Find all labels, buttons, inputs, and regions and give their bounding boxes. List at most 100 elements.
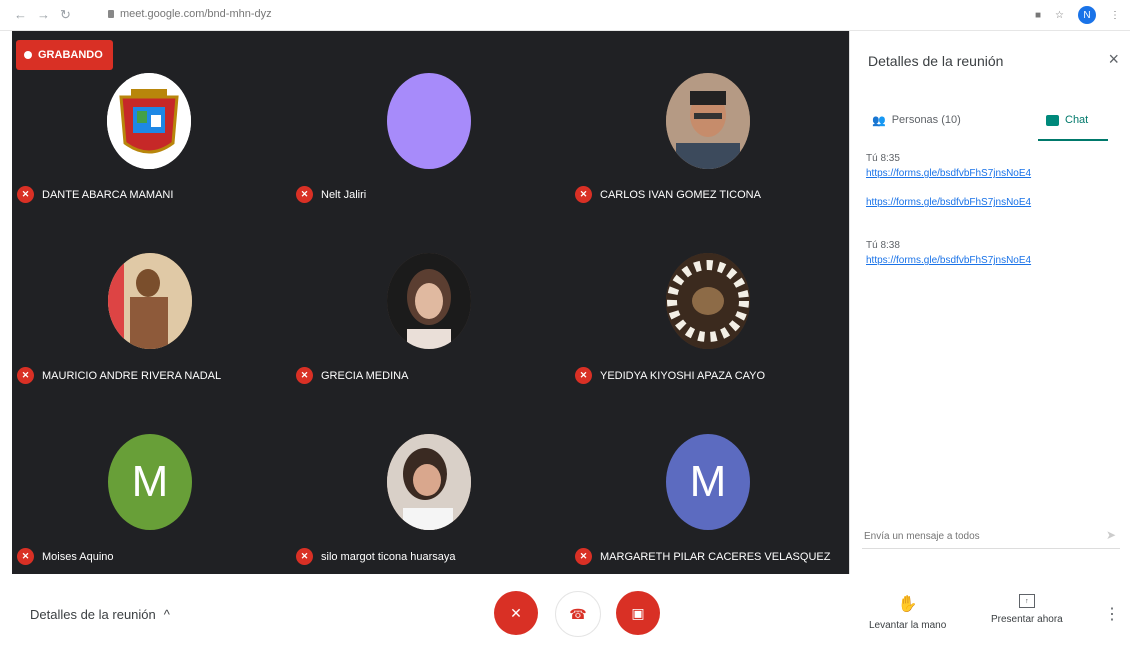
camera-toggle-button[interactable]: ▣ <box>616 591 660 635</box>
mic-off-icon: ✕ <box>296 186 313 203</box>
school-crest-icon <box>107 73 191 169</box>
participant-tile[interactable]: ✕ DANTE ABARCA MAMANI <box>12 31 291 212</box>
participant-nameplate: ✕ GRECIA MEDINA <box>296 367 408 384</box>
participant-tile[interactable]: ✕ silo margot ticona huarsaya <box>291 393 570 574</box>
participant-nameplate: ✕ Nelt Jaliri <box>296 186 366 203</box>
raise-hand-button[interactable]: ✋ Levantar la mano <box>869 594 946 631</box>
chat-messages: Tú 8:35 https://forms.gle/bsdfvbFhS7jnsN… <box>866 153 1126 266</box>
meeting-details-panel: Detalles de la reunión × 👥 Personas (10)… <box>849 31 1130 574</box>
people-icon: 👥 <box>872 114 886 127</box>
meeting-details-label: Detalles de la reunión <box>30 607 156 622</box>
browser-right-icons: ■ ☆ N ⋮ <box>1035 6 1120 24</box>
camera-icon[interactable]: ■ <box>1035 10 1041 21</box>
avatar <box>387 434 471 530</box>
address-bar[interactable]: meet.google.com/bnd-mhn-dyz <box>108 8 272 20</box>
message-sender: Tú 8:38 <box>866 240 900 251</box>
participant-nameplate: ✕ YEDIDYA KIYOSHI APAZA CAYO <box>575 367 765 384</box>
mic-off-icon: ✕ <box>510 604 522 621</box>
participant-tile[interactable]: M ✕ MARGARETH PILAR CACERES VELASQUEZ <box>570 393 849 574</box>
mic-off-icon: ✕ <box>575 548 592 565</box>
chat-input[interactable] <box>862 530 1086 543</box>
participant-name: GRECIA MEDINA <box>321 369 409 382</box>
participant-name: CARLOS IVAN GOMEZ TICONA <box>600 188 761 201</box>
chat-icon <box>1046 114 1059 126</box>
message-sender: Tú 8:35 <box>866 153 900 164</box>
avatar <box>108 253 192 349</box>
avatar <box>387 73 471 169</box>
participant-nameplate: ✕ MARGARETH PILAR CACERES VELASQUEZ <box>575 548 830 565</box>
present-now-button[interactable]: ↑ Presentar ahora <box>991 594 1063 625</box>
avatar <box>387 253 471 349</box>
send-icon[interactable]: ➤ <box>1106 528 1116 542</box>
avatar <box>666 253 750 349</box>
chevron-up-icon: ^ <box>163 607 170 622</box>
mic-off-icon: ✕ <box>296 548 313 565</box>
message-link[interactable]: https://forms.gle/bsdfvbFhS7jnsNoE4 <box>866 197 1126 208</box>
mic-off-icon: ✕ <box>575 367 592 384</box>
browser-toolbar: ←→↻ meet.google.com/bnd-mhn-dyz ■ ☆ N ⋮ <box>0 0 1130 31</box>
leave-call-button[interactable]: ☎ <box>555 591 601 637</box>
camera-off-icon: ▣ <box>631 604 645 621</box>
panel-title: Detalles de la reunión <box>868 53 1004 69</box>
mic-off-icon: ✕ <box>17 548 34 565</box>
profile-avatar[interactable]: N <box>1078 6 1096 24</box>
bottom-control-bar: Detalles de la reunión ^ ✕ ☎ ▣ ✋ Levanta… <box>0 574 1130 653</box>
mic-off-icon: ✕ <box>17 367 34 384</box>
menu-icon[interactable]: ⋮ <box>1110 10 1120 21</box>
url-text: meet.google.com/bnd-mhn-dyz <box>120 8 272 20</box>
tab-people[interactable]: 👥 Personas (10) <box>872 101 961 139</box>
message-link[interactable]: https://forms.gle/bsdfvbFhS7jnsNoE4 <box>866 255 1126 266</box>
participant-name: silo margot ticona huarsaya <box>321 550 456 563</box>
mic-off-icon: ✕ <box>296 367 313 384</box>
participant-photo <box>387 434 471 530</box>
close-icon[interactable]: × <box>1108 49 1119 70</box>
avatar <box>666 73 750 169</box>
tab-chat[interactable]: Chat <box>1046 101 1088 139</box>
participant-tile[interactable]: ✕ CARLOS IVAN GOMEZ TICONA <box>570 31 849 212</box>
avatar: M <box>108 434 192 530</box>
panel-tabs: 👥 Personas (10) Chat <box>850 101 1130 141</box>
more-options-icon[interactable]: ⋮ <box>1104 604 1120 624</box>
message-link[interactable]: https://forms.gle/bsdfvbFhS7jnsNoE4 <box>866 168 1126 179</box>
present-now-label: Presentar ahora <box>991 614 1063 625</box>
participant-tile[interactable]: ✕ GRECIA MEDINA <box>291 212 570 393</box>
mic-off-icon: ✕ <box>575 186 592 203</box>
mic-toggle-button[interactable]: ✕ <box>494 591 538 635</box>
tab-people-label: Personas (10) <box>891 114 961 126</box>
raise-hand-label: Levantar la mano <box>869 620 947 631</box>
participant-name: MARGARETH PILAR CACERES VELASQUEZ <box>600 550 831 563</box>
participant-name: YEDIDYA KIYOSHI APAZA CAYO <box>600 369 766 382</box>
participant-tile[interactable]: ✕ YEDIDYA KIYOSHI APAZA CAYO <box>570 212 849 393</box>
participant-photo <box>108 253 192 349</box>
lock-icon <box>108 10 114 18</box>
present-screen-icon: ↑ <box>1018 594 1035 608</box>
mic-off-icon: ✕ <box>17 186 34 203</box>
hand-icon: ✋ <box>897 596 918 613</box>
participant-nameplate: ✕ DANTE ABARCA MAMANI <box>17 186 173 203</box>
participant-name: Moises Aquino <box>42 550 114 563</box>
participant-name: DANTE ABARCA MAMANI <box>42 188 174 201</box>
avatar-initial: M <box>689 457 727 506</box>
tab-chat-label: Chat <box>1065 114 1089 126</box>
participant-tile[interactable]: ✕ Nelt Jaliri <box>291 31 570 212</box>
participant-nameplate: ✕ silo margot ticona huarsaya <box>296 548 456 565</box>
participant-photo <box>387 253 471 349</box>
browser-nav-icons[interactable]: ←→↻ <box>14 7 81 23</box>
participant-nameplate: ✕ Moises Aquino <box>17 548 114 565</box>
active-tab-indicator <box>1038 139 1108 141</box>
star-icon[interactable]: ☆ <box>1055 10 1064 21</box>
avatar <box>107 73 191 169</box>
avatar: M <box>666 434 750 530</box>
meeting-details-toggle[interactable]: Detalles de la reunión ^ <box>30 607 170 622</box>
avatar-initial: M <box>131 457 169 506</box>
video-grid: GRABANDO ✕ DANTE ABARCA MAMANI ✕ Nelt Ja… <box>12 31 849 574</box>
participant-tile[interactable]: ✕ MAURICIO ANDRE RIVERA NADAL <box>12 212 291 393</box>
participant-name: MAURICIO ANDRE RIVERA NADAL <box>42 369 222 382</box>
participant-photo <box>666 253 750 349</box>
participant-nameplate: ✕ CARLOS IVAN GOMEZ TICONA <box>575 186 761 203</box>
participant-tile[interactable]: M ✕ Moises Aquino <box>12 393 291 574</box>
phone-hangup-icon: ☎ <box>569 605 587 622</box>
chat-input-wrapper: ➤ <box>862 526 1120 549</box>
participant-nameplate: ✕ MAURICIO ANDRE RIVERA NADAL <box>17 367 221 384</box>
participant-photo <box>666 73 750 169</box>
